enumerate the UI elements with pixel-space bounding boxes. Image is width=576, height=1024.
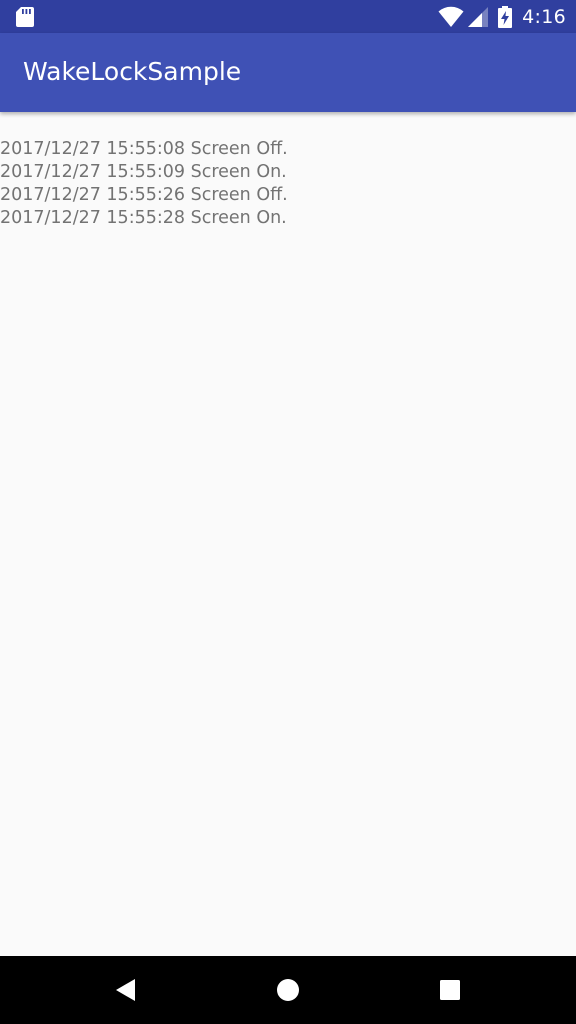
log-entry: 2017/12/27 15:55:26 Screen Off. xyxy=(0,185,288,205)
app-title: WakeLockSample xyxy=(23,57,242,86)
battery-charging-icon xyxy=(498,5,513,28)
log-entry: 2017/12/27 15:55:28 Screen On. xyxy=(0,208,287,228)
status-clock: 4:16 xyxy=(522,5,566,28)
cell-signal-icon xyxy=(468,6,489,27)
device-screen: 4:16 WakeLockSample 2017/12/27 15:55:08 … xyxy=(0,0,576,1024)
status-bar: 4:16 xyxy=(0,0,576,33)
sd-card-icon xyxy=(16,7,34,27)
app-toolbar: WakeLockSample xyxy=(0,33,576,112)
navigation-bar xyxy=(0,956,576,1024)
back-icon[interactable] xyxy=(112,976,140,1004)
main-content: 2017/12/27 15:55:08 Screen Off. 2017/12/… xyxy=(0,112,576,956)
log-list: 2017/12/27 15:55:08 Screen Off. 2017/12/… xyxy=(0,138,288,230)
wifi-icon xyxy=(438,6,464,27)
status-icons: 4:16 xyxy=(438,0,566,33)
home-icon[interactable] xyxy=(274,976,302,1004)
log-entry: 2017/12/27 15:55:09 Screen On. xyxy=(0,162,287,182)
log-entry: 2017/12/27 15:55:08 Screen Off. xyxy=(0,139,288,159)
recents-icon[interactable] xyxy=(436,976,464,1004)
